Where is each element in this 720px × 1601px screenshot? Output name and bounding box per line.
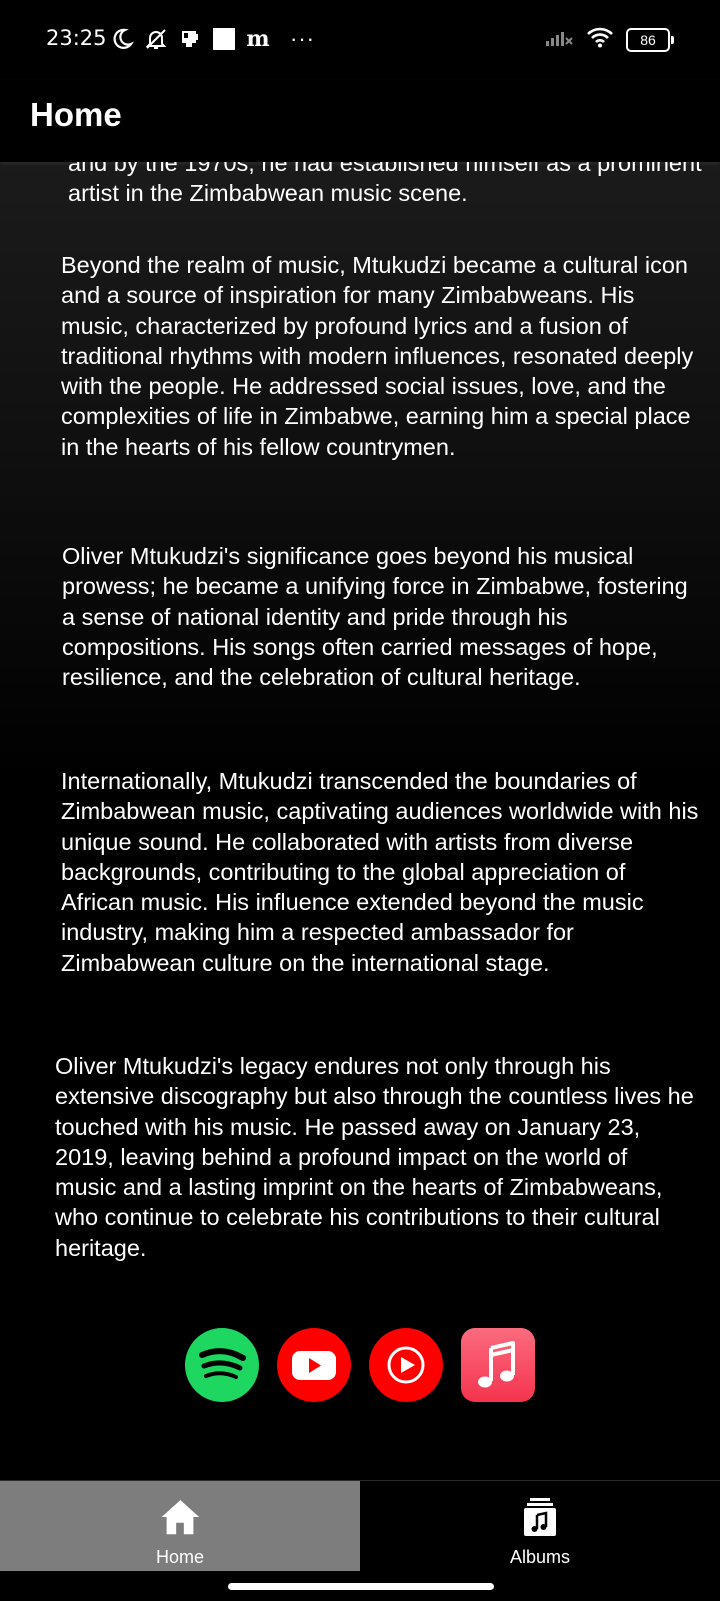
white-square-icon	[210, 25, 238, 53]
article-paragraph: Internationally, Mtukudzi transcended th…	[61, 768, 699, 976]
status-icons-left: m ···	[108, 24, 315, 54]
youtube-button[interactable]	[277, 1328, 351, 1402]
sim-card-icon	[176, 25, 204, 53]
nav-label-home: Home	[155, 1547, 204, 1567]
albums-icon	[518, 1495, 562, 1539]
youtube-music-icon	[387, 1346, 425, 1384]
article-paragraph: Beyond the realm of music, Mtukudzi beca…	[61, 252, 694, 460]
nav-item-albums[interactable]: Albums	[360, 1481, 720, 1571]
apple-music-button[interactable]	[461, 1328, 535, 1402]
status-time: 23:25	[46, 26, 107, 50]
page-title: Home	[30, 96, 122, 133]
nav-label-albums: Albums	[509, 1547, 571, 1567]
article-paragraph: and by the 1970s, he had established him…	[68, 162, 702, 207]
wifi-icon	[586, 26, 614, 53]
streaming-services	[185, 1328, 535, 1402]
article-scroll-area[interactable]: and by the 1970s, he had established him…	[0, 162, 720, 1480]
article-paragraph: Oliver Mtukudzi's significance goes beyo…	[62, 543, 688, 691]
signal-off-icon	[544, 26, 574, 53]
status-bar: 23:25 m ··· 86	[0, 0, 720, 80]
article-paragraph: Oliver Mtukudzi's legacy endures not onl…	[55, 1053, 694, 1261]
home-indicator[interactable]	[228, 1583, 494, 1590]
apple-music-icon	[478, 1341, 515, 1388]
moon-icon	[108, 25, 136, 53]
youtube-icon	[292, 1351, 336, 1380]
nav-item-home[interactable]: Home	[0, 1481, 360, 1571]
spotify-button[interactable]	[185, 1328, 259, 1402]
blackletter-m-icon: m	[246, 26, 270, 52]
spotify-icon	[199, 1348, 246, 1379]
home-icon	[158, 1495, 202, 1539]
bell-off-icon	[142, 25, 170, 53]
battery-icon: 86	[626, 27, 674, 52]
youtube-music-button[interactable]	[369, 1328, 443, 1402]
status-icons-right: 86	[544, 26, 674, 53]
app-bar: Home	[0, 80, 720, 162]
more-dots-icon: ···	[290, 26, 315, 51]
